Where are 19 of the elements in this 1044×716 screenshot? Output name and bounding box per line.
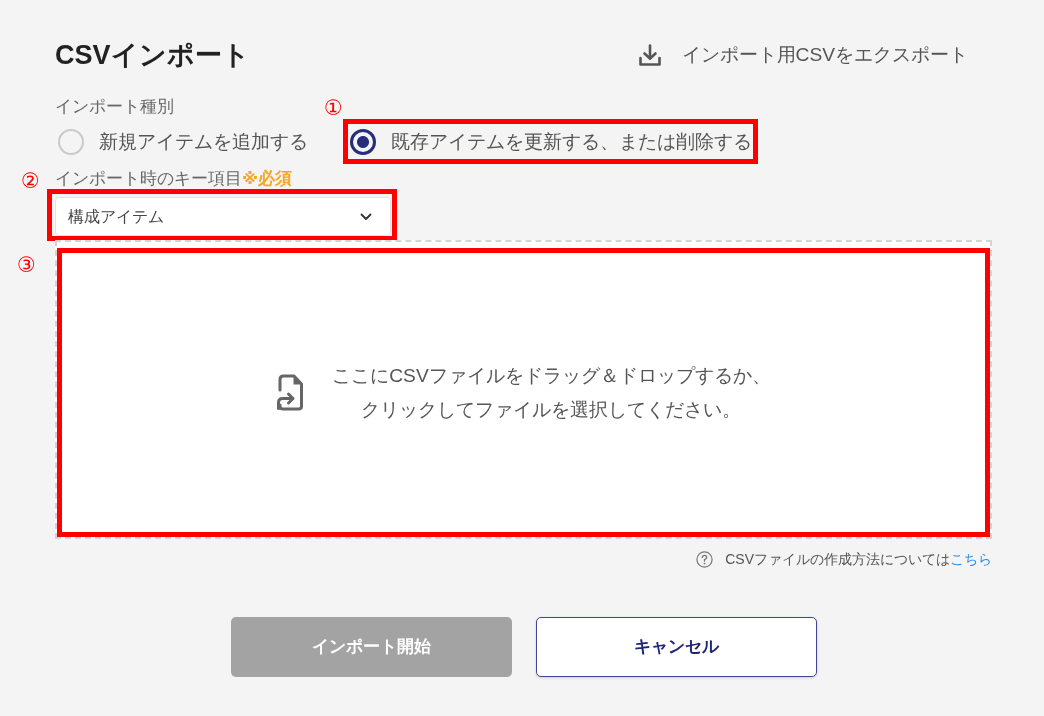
dropdown-field[interactable]: 構成アイテム — [55, 197, 391, 236]
callout-number: ③ — [17, 254, 36, 275]
export-link[interactable]: インポート用CSVをエクスポート — [637, 41, 968, 69]
radio-label[interactable]: 新規アイテムを追加する — [99, 127, 308, 156]
callout-number: ① — [324, 97, 343, 118]
radio-label[interactable]: 既存アイテムを更新する、または削除する — [391, 127, 752, 156]
help-text: CSVファイルの作成方法については こちら — [725, 550, 992, 569]
help-icon — [696, 551, 714, 568]
callout-number: ② — [21, 170, 40, 191]
cancel-button[interactable]: キャンセル — [535, 617, 817, 677]
download-icon — [637, 43, 662, 67]
radio-button[interactable] — [350, 128, 376, 155]
dialog-title: CSVインポート — [55, 39, 250, 72]
field-label: インポート種別 — [55, 96, 174, 117]
drop-zone-instructions: ここにCSVファイルをドラッグ＆ドロップするか、 クリックしてファイルを選択してください。 — [332, 363, 771, 422]
file-import-icon — [276, 374, 305, 411]
field-label: インポート時のキー項目※必須 — [55, 168, 293, 189]
chevron-down-icon — [360, 212, 372, 221]
drop-zone[interactable]: ここにCSVファイルをドラッグ＆ドロップするか、 クリックしてファイルを選択してください。 — [55, 240, 992, 539]
